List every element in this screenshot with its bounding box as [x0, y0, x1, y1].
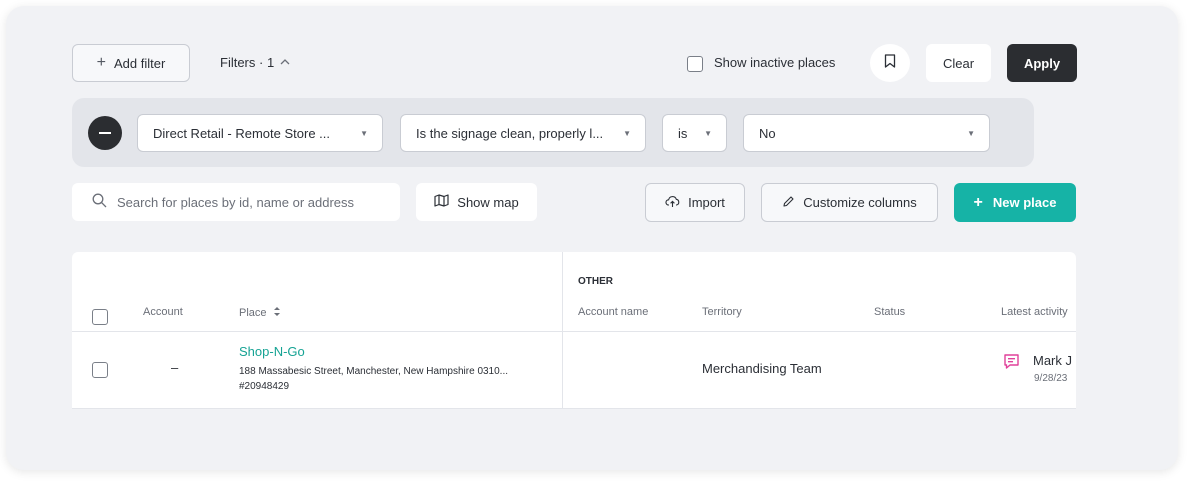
sort-icon	[273, 306, 281, 320]
place-id: #20948429	[239, 381, 290, 392]
select-all-checkbox[interactable]	[92, 309, 108, 325]
column-group-header: OTHER	[578, 276, 613, 287]
column-header-place[interactable]: Place	[239, 306, 281, 320]
add-filter-label: Add filter	[114, 55, 166, 71]
place-address: 188 Massabesic Street, Manchester, New H…	[239, 366, 509, 377]
new-place-label: New place	[992, 195, 1057, 210]
minus-icon	[99, 132, 111, 134]
column-header-account-name[interactable]: Account name	[578, 306, 648, 318]
filter-answer-value: No	[759, 125, 776, 141]
filter-field-value: Direct Retail - Remote Store ...	[153, 125, 330, 141]
filter-operator-select[interactable]: is ▼	[662, 114, 727, 152]
customize-columns-label: Customize columns	[803, 195, 917, 210]
bookmark-button[interactable]	[870, 44, 910, 82]
account-value: –	[171, 360, 179, 375]
apply-button[interactable]: Apply	[1007, 44, 1077, 82]
caret-down-icon: ▼	[967, 128, 975, 138]
activity-user: Mark J	[1033, 353, 1072, 368]
add-filter-button[interactable]: + Add filter	[72, 44, 190, 82]
chevron-up-icon	[280, 57, 290, 69]
show-inactive-checkbox[interactable]	[687, 56, 703, 72]
cloud-upload-icon	[665, 195, 680, 211]
places-table: OTHER Account Place Account name Territo…	[72, 252, 1076, 409]
message-icon[interactable]	[1003, 353, 1020, 375]
header-divider	[72, 331, 1076, 332]
filter-operator-value: is	[678, 125, 688, 141]
show-map-button[interactable]: Show map	[416, 183, 537, 221]
filters-count-label: Filters · 1	[220, 55, 275, 70]
place-header-label: Place	[239, 307, 267, 319]
apply-label: Apply	[1023, 55, 1061, 71]
column-header-status[interactable]: Status	[874, 306, 905, 318]
filter-question-value: Is the signage clean, properly l...	[416, 125, 604, 141]
plus-icon: +	[973, 193, 983, 211]
filter-question-select[interactable]: Is the signage clean, properly l... ▼	[400, 114, 646, 152]
row-checkbox[interactable]	[92, 362, 108, 378]
clear-label: Clear	[942, 55, 975, 71]
caret-down-icon: ▼	[360, 128, 368, 138]
plus-icon: +	[96, 54, 107, 71]
pencil-icon	[782, 195, 795, 211]
bookmark-icon	[884, 53, 896, 73]
import-button[interactable]: Import	[645, 183, 745, 222]
remove-filter-button[interactable]	[88, 116, 122, 150]
table-bottom-border	[72, 408, 1076, 409]
activity-date: 9/28/23	[1034, 373, 1068, 384]
search-input[interactable]: Search for places by id, name or address	[72, 183, 400, 221]
show-inactive-label: Show inactive places	[714, 55, 836, 70]
search-placeholder: Search for places by id, name or address	[117, 194, 355, 210]
map-icon	[434, 194, 449, 210]
column-header-latest-activity[interactable]: Latest activity	[1001, 306, 1068, 318]
show-map-label: Show map	[457, 194, 519, 210]
territory-value: Merchandising Team	[702, 361, 822, 376]
caret-down-icon: ▼	[704, 128, 712, 138]
import-label: Import	[688, 195, 725, 210]
customize-columns-button[interactable]: Customize columns	[761, 183, 938, 222]
filter-field-select[interactable]: Direct Retail - Remote Store ... ▼	[137, 114, 383, 152]
place-name-link[interactable]: Shop-N-Go	[239, 344, 305, 359]
filters-toggle[interactable]: Filters · 1	[220, 55, 290, 70]
new-place-button[interactable]: + New place	[954, 183, 1076, 222]
filter-answer-select[interactable]: No ▼	[743, 114, 990, 152]
caret-down-icon: ▼	[623, 128, 631, 138]
column-header-territory[interactable]: Territory	[702, 306, 742, 318]
clear-button[interactable]: Clear	[926, 44, 991, 82]
search-icon	[92, 193, 107, 211]
column-header-account[interactable]: Account	[143, 306, 183, 318]
